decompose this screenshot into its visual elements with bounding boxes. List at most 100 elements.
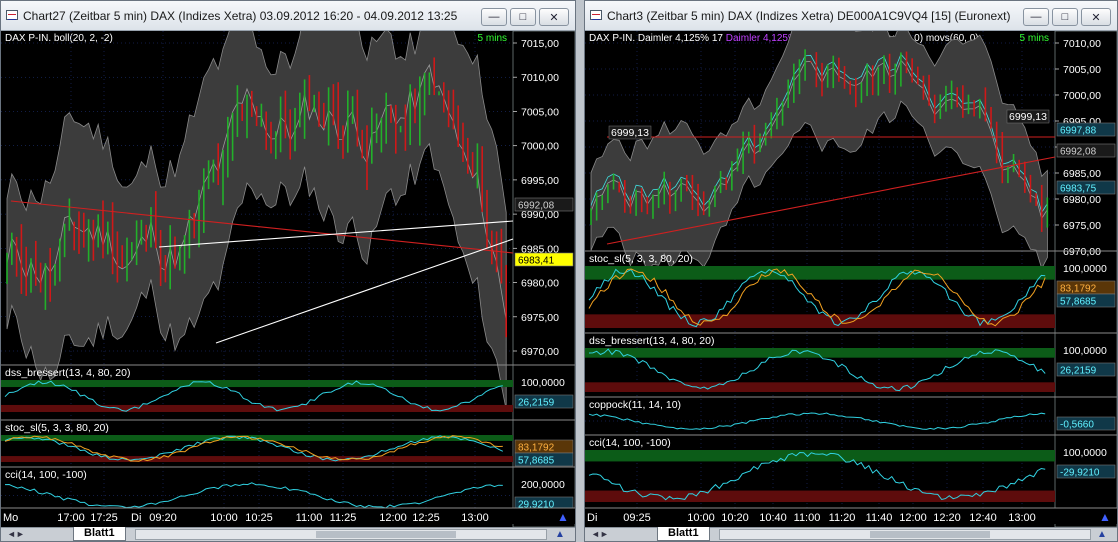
oversold-zone <box>1 456 513 462</box>
window-titlebar[interactable]: Chart27 (Zeitbar 5 min) DAX (Indizes Xet… <box>1 1 575 31</box>
chart-tool-icon: ▲ <box>1099 510 1111 524</box>
interval-label: 5 mins <box>1020 33 1049 44</box>
chart-plot-area[interactable]: DAX P-IN. boll(20, 2, -2) 5 mins 7015,00 70… <box>1 31 575 527</box>
time-axis-label: 12:00 <box>379 512 407 524</box>
price-axis-label: 7015,00 <box>521 38 559 50</box>
indicator-value-label: -0,5660 <box>1060 420 1094 431</box>
time-axis-label: 13:00 <box>461 512 489 524</box>
price-axis-label: 6980,00 <box>1063 194 1101 206</box>
indicator-value-label: -29,9210 <box>1060 468 1100 479</box>
maximize-icon: □ <box>519 11 527 23</box>
indicator-axis-label: 100,0000 <box>1063 345 1107 357</box>
time-axis-label: 10:00 <box>210 512 238 524</box>
minimize-button[interactable]: — <box>1023 8 1049 26</box>
close-button[interactable]: ✕ <box>539 8 569 26</box>
indicator-label: cci(14, 100, -100) <box>589 437 671 449</box>
sheet-nav-arrows[interactable]: ◄► <box>591 529 609 539</box>
sheet-nav-arrows[interactable]: ◄► <box>7 529 25 539</box>
indicator-value-label: 57,8685 <box>518 456 555 467</box>
horizontal-scrollbar[interactable] <box>135 529 547 540</box>
indicator-axis-label: 200,0000 <box>521 479 565 491</box>
horizontal-scrollbar[interactable] <box>719 529 1091 540</box>
chart-tool-icon: ▲ <box>557 510 569 524</box>
scroll-end-icon[interactable]: ▲ <box>555 529 569 540</box>
legend-segment: Daimler 4,125% 17 <box>635 33 723 44</box>
indicator-axis-label: 100,0000 <box>1063 263 1107 275</box>
chart-legend: DAX P-IN. Daimler 4,125% 17 Daimler 4,12… <box>589 33 979 44</box>
time-axis-day-label: Mo <box>3 512 18 524</box>
close-icon: ✕ <box>549 11 559 24</box>
chart-value-label: 6999,13 <box>611 127 649 139</box>
time-axis-label: 10:40 <box>759 512 787 524</box>
time-axis-label: 11:25 <box>330 512 357 524</box>
indicator-axis-label: 100,0000 <box>1063 447 1107 459</box>
chart-legend: DAX P-IN. boll(20, 2, -2) <box>5 33 113 44</box>
sheet-tab-bar: ◄► Blatt1 ▲ <box>1 527 575 541</box>
time-axis-label: 12:40 <box>969 512 997 524</box>
chart-window-icon <box>590 10 602 20</box>
time-axis-day-label: Di <box>587 512 597 524</box>
indicator-label: cci(14, 100, -100) <box>5 469 87 481</box>
time-axis-day-label: Di <box>131 512 141 524</box>
indicator-axis-label: 100,0000 <box>521 377 565 389</box>
maximize-button[interactable]: □ <box>510 8 536 26</box>
time-axis-label: 12:20 <box>933 512 961 524</box>
time-axis-label: 10:25 <box>245 512 273 524</box>
price-axis-label: 6975,00 <box>1063 220 1101 232</box>
price-axis-label: 7000,00 <box>1063 90 1101 102</box>
oversold-zone <box>1 404 513 412</box>
time-axis-label: 17:25 <box>90 512 118 524</box>
scroll-end-icon[interactable]: ▲ <box>1097 529 1111 540</box>
price-value-label: 6983,41 <box>518 256 555 267</box>
indicator-value-label: 83,1792 <box>518 443 555 454</box>
price-axis-label: 7000,00 <box>521 141 559 153</box>
legend-segment: DAX P-IN. <box>589 33 635 44</box>
overbought-zone <box>585 266 1055 280</box>
time-axis-label: 17:00 <box>57 512 85 524</box>
price-axis-label: 6985,00 <box>1063 168 1101 180</box>
sheet-tab-bar: ◄► Blatt1 ▲ <box>585 527 1117 541</box>
price-axis-label: 7010,00 <box>521 72 559 84</box>
maximize-button[interactable]: □ <box>1052 8 1078 26</box>
scrollbar-thumb[interactable] <box>870 531 990 538</box>
scrollbar-thumb[interactable] <box>316 531 456 538</box>
time-axis-label: 12:25 <box>412 512 440 524</box>
sheet-tab[interactable]: Blatt1 <box>73 527 126 541</box>
indicator-label: stoc_sl(5, 3, 3, 80, 20) <box>589 253 693 265</box>
sheet-tab[interactable]: Blatt1 <box>657 527 710 541</box>
price-chart-svg[interactable]: DAX P-IN. boll(20, 2, -2) 5 mins 7015,00 70… <box>1 31 575 527</box>
time-axis-label: 11:20 <box>829 512 856 524</box>
time-axis-label: 09:20 <box>149 512 177 524</box>
time-axis-label: 10:00 <box>687 512 715 524</box>
chart-window-left[interactable]: Chart27 (Zeitbar 5 min) DAX (Indizes Xet… <box>0 0 576 542</box>
price-axis-label: 7010,00 <box>1063 38 1101 50</box>
window-title: Chart3 (Zeitbar 5 min) DAX (Indizes Xetr… <box>607 9 1011 23</box>
price-axis-label: 6970,00 <box>521 346 559 358</box>
chart-plot-area[interactable]: DAX P-IN. Daimler 4,125% 17 Daimler 4,12… <box>585 31 1117 527</box>
time-axis-label: 09:25 <box>623 512 651 524</box>
maximize-icon: □ <box>1061 11 1069 23</box>
price-axis-label: 6975,00 <box>521 312 559 324</box>
close-icon: ✕ <box>1091 11 1101 24</box>
minimize-icon: — <box>488 11 500 23</box>
minimize-button[interactable]: — <box>481 8 507 26</box>
time-axis-label: 11:00 <box>296 512 323 524</box>
indicator-label: dss_bressert(13, 4, 80, 20) <box>5 367 130 379</box>
price-axis-label: 6970,00 <box>1063 246 1101 258</box>
close-button[interactable]: ✕ <box>1081 8 1111 26</box>
indicator-label: dss_bressert(13, 4, 80, 20) <box>589 335 714 347</box>
time-axis-label: 10:20 <box>721 512 749 524</box>
chart-window-icon <box>6 10 18 20</box>
indicator-value-label: 57,8685 <box>1060 297 1097 308</box>
oversold-zone <box>585 382 1055 392</box>
price-chart-svg[interactable]: DAX P-IN. Daimler 4,125% 17 Daimler 4,12… <box>585 31 1117 527</box>
indicator-value-label: 26,2159 <box>1060 366 1097 377</box>
chart-value-label: 6999,13 <box>1009 111 1047 123</box>
window-titlebar[interactable]: Chart3 (Zeitbar 5 min) DAX (Indizes Xetr… <box>585 1 1117 31</box>
interval-label: 5 mins <box>478 33 507 44</box>
chart-window-right[interactable]: Chart3 (Zeitbar 5 min) DAX (Indizes Xetr… <box>584 0 1118 542</box>
price-axis-label: 7005,00 <box>521 106 559 118</box>
indicator-label: stoc_sl(5, 3, 3, 80, 20) <box>5 422 109 434</box>
indicator-value-label: 26,2159 <box>518 398 555 409</box>
indicator-value-label: 83,1792 <box>1060 284 1097 295</box>
